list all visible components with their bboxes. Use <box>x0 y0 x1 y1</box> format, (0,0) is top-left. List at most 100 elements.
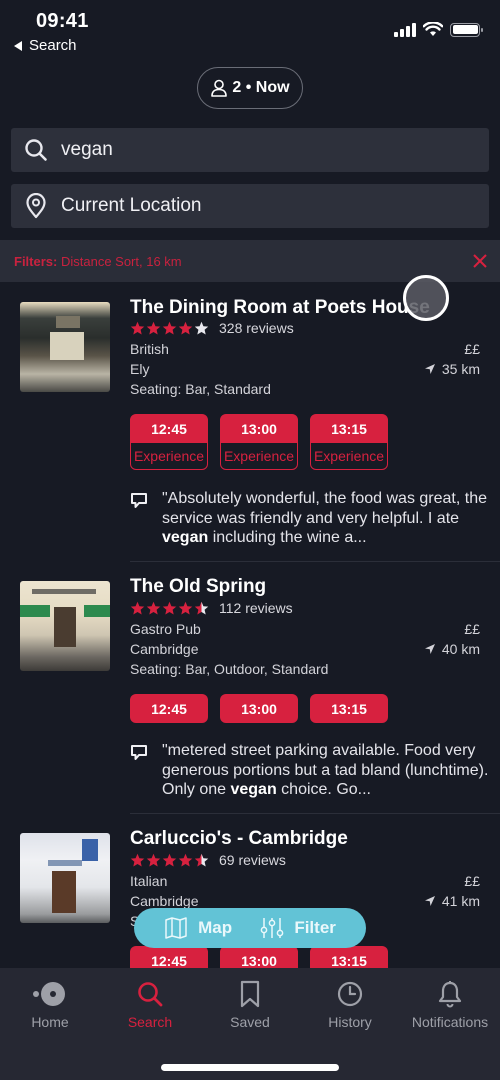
tab-label: Notifications <box>411 1014 489 1030</box>
restaurant-card[interactable]: The Dining Room at Poets House 328 revie… <box>0 282 500 562</box>
back-link-label: Search <box>29 37 77 54</box>
person-icon <box>211 79 228 97</box>
touch-indicator <box>403 275 449 321</box>
time-slot-button[interactable]: 13:15 Experience <box>310 414 388 470</box>
star-full-icon <box>146 853 161 866</box>
wifi-icon <box>423 22 443 36</box>
area: Ely <box>130 361 150 377</box>
speech-bubble-icon <box>131 493 147 508</box>
search-icon <box>25 139 47 161</box>
location-pin-icon <box>26 193 46 219</box>
star-full-icon <box>162 601 177 614</box>
home-icon <box>33 982 65 1006</box>
tab-home[interactable]: Home <box>0 980 100 1030</box>
cuisine: Italian <box>130 873 168 889</box>
review-text: "metered street parking available. Food … <box>162 742 489 798</box>
slot-time: 13:00 <box>241 421 277 437</box>
back-arrow-icon <box>14 40 22 51</box>
search-input[interactable]: vegan <box>11 128 489 172</box>
slot-time: 12:45 <box>151 421 187 437</box>
signal-icon <box>394 22 416 37</box>
search-query[interactable]: vegan <box>61 139 113 161</box>
filters-label: Filters: <box>14 253 58 269</box>
slot-tag: Experience <box>221 443 297 469</box>
star-half-icon <box>194 601 209 614</box>
rating: 328 reviews <box>130 320 294 336</box>
time-slots: 12:45 13:00 13:15 <box>130 694 388 723</box>
restaurant-card[interactable]: The Old Spring 112 reviews Gastro Pub ££… <box>0 562 500 814</box>
tab-saved[interactable]: Saved <box>200 980 300 1030</box>
back-to-search-link[interactable]: Search <box>14 37 77 54</box>
area: Cambridge <box>130 893 199 909</box>
map-filter-pill: Map Filter <box>134 908 366 948</box>
filter-label: Filter <box>294 918 336 937</box>
star-full-icon <box>130 321 145 334</box>
sliders-icon <box>260 918 284 938</box>
party-size-time-button[interactable]: 2 • Now <box>197 67 303 109</box>
price-level: ££ <box>464 873 480 889</box>
status-time: 09:41 <box>36 10 89 32</box>
review-count: 328 reviews <box>219 320 294 336</box>
filters-value: Distance Sort, 16 km <box>60 253 182 269</box>
slot-time: 13:15 <box>331 700 367 717</box>
distance: 40 km <box>424 641 480 657</box>
time-slot-button[interactable]: 12:45 Experience <box>130 414 208 470</box>
location-value[interactable]: Current Location <box>61 195 201 217</box>
cuisine: British <box>130 341 169 357</box>
star-full-icon <box>130 601 145 614</box>
navigation-arrow-icon <box>424 364 435 374</box>
star-full-icon <box>162 321 177 334</box>
area: Cambridge <box>130 641 199 657</box>
time-slot-button[interactable]: 13:15 <box>310 694 388 723</box>
review-count: 69 reviews <box>219 852 286 868</box>
navigation-arrow-icon <box>424 896 435 906</box>
slot-time: 12:45 <box>151 700 187 717</box>
time-slot-button[interactable]: 13:00 Experience <box>220 414 298 470</box>
filter-button[interactable]: Filter <box>260 916 336 940</box>
seating: Seating: Bar, Standard <box>130 381 271 397</box>
distance: 41 km <box>424 893 480 909</box>
time-slot-button[interactable]: 12:45 <box>130 694 208 723</box>
price-level: ££ <box>464 621 480 637</box>
time-slot-button[interactable]: 13:00 <box>220 694 298 723</box>
clock-icon <box>337 981 363 1007</box>
restaurant-name[interactable]: The Dining Room at Poets House <box>130 297 430 319</box>
map-icon <box>165 917 187 939</box>
home-indicator[interactable] <box>161 1064 339 1071</box>
cuisine: Gastro Pub <box>130 621 201 637</box>
star-full-icon <box>146 321 161 334</box>
restaurant-card[interactable]: Carluccio's - Cambridge 69 reviews Itali… <box>0 814 500 975</box>
slot-tag: Experience <box>131 443 207 469</box>
tab-notifications[interactable]: Notifications <box>400 980 500 1030</box>
star-full-icon <box>178 853 193 866</box>
bookmark-icon <box>240 980 260 1008</box>
restaurant-name[interactable]: Carluccio's - Cambridge <box>130 828 348 850</box>
close-icon[interactable] <box>472 253 488 269</box>
speech-bubble-icon <box>131 745 147 760</box>
tab-label: History <box>328 1014 372 1030</box>
location-input[interactable]: Current Location <box>11 184 489 228</box>
review-count: 112 reviews <box>219 600 293 616</box>
restaurant-photo <box>20 302 110 392</box>
bottom-tab-bar: Home Search Saved History Notifications <box>0 968 500 1080</box>
slot-tag: Experience <box>311 443 387 469</box>
tab-search[interactable]: Search <box>100 980 200 1030</box>
rating: 112 reviews <box>130 600 293 616</box>
status-icons <box>394 22 483 37</box>
navigation-arrow-icon <box>424 644 435 654</box>
distance-value: 40 km <box>441 641 480 657</box>
restaurant-name[interactable]: The Old Spring <box>130 576 266 598</box>
map-button[interactable]: Map <box>164 917 232 939</box>
search-icon <box>138 982 163 1007</box>
rating: 69 reviews <box>130 852 286 868</box>
star-rating <box>130 853 209 868</box>
tab-label: Saved <box>230 1014 270 1030</box>
star-full-icon <box>178 321 193 334</box>
tab-history[interactable]: History <box>300 980 400 1030</box>
battery-icon <box>450 22 483 37</box>
slot-time: 13:15 <box>331 421 367 437</box>
review-text: "Absolutely wonderful, the food was grea… <box>162 490 487 546</box>
restaurant-photo <box>20 833 110 923</box>
price-level: ££ <box>464 341 480 357</box>
distance-value: 41 km <box>441 893 480 909</box>
